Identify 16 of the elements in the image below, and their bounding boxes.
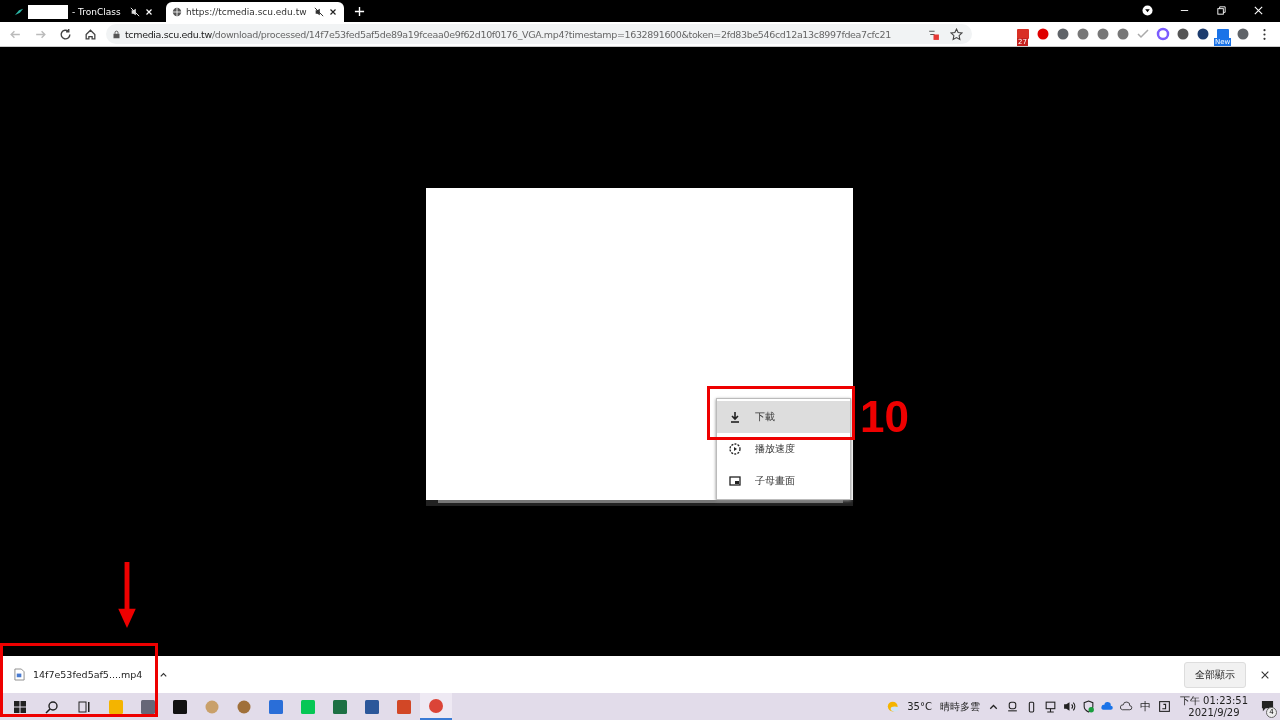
menu-item[interactable]: 下載 (717, 400, 850, 433)
weather-text: 晴時多雲 (939, 699, 980, 714)
input-method[interactable]: 中 (1139, 699, 1151, 714)
tab-title: - TronClass (72, 7, 122, 17)
download-item[interactable]: 14f7e53fed5af5....mp4 (6, 659, 178, 690)
file-name: 14f7e53fed5af5....mp4 (33, 669, 143, 680)
tab-title: https://tcmedia.scu.edu.tw (186, 7, 308, 17)
menu-item[interactable]: 子母畫面 (717, 464, 850, 497)
step-number: 10 (860, 391, 909, 442)
show-all-button[interactable]: 全部顯示 (1184, 661, 1246, 688)
browser-tab[interactable]: https://tcmedia.scu.edu.tw (166, 2, 344, 22)
menu-item[interactable]: 播放速度 (717, 432, 850, 465)
temperature: 35°C (907, 701, 932, 712)
url-text: tcmedia.scu.edu.tw/download/processed/14f7e53fed5af5de89a19fceaa0e9f62d10f0176_VGA.mp4?timestamp=1632891600&token=2fd83be546cd12a13c8997fdea7cfc21 (125, 28, 891, 40)
address-bar[interactable]: tcmedia.scu.edu.tw/download/processed/14f7e53fed5af5de89a19fceaa0e9f62d10f0176_VGA.mp4?timestamp=1632891600&token=2fd83be546cd12a13c8997fdea7cfc21 (106, 24, 972, 44)
clock[interactable]: 下午 01:23:51 2021/9/29 (1179, 694, 1248, 719)
